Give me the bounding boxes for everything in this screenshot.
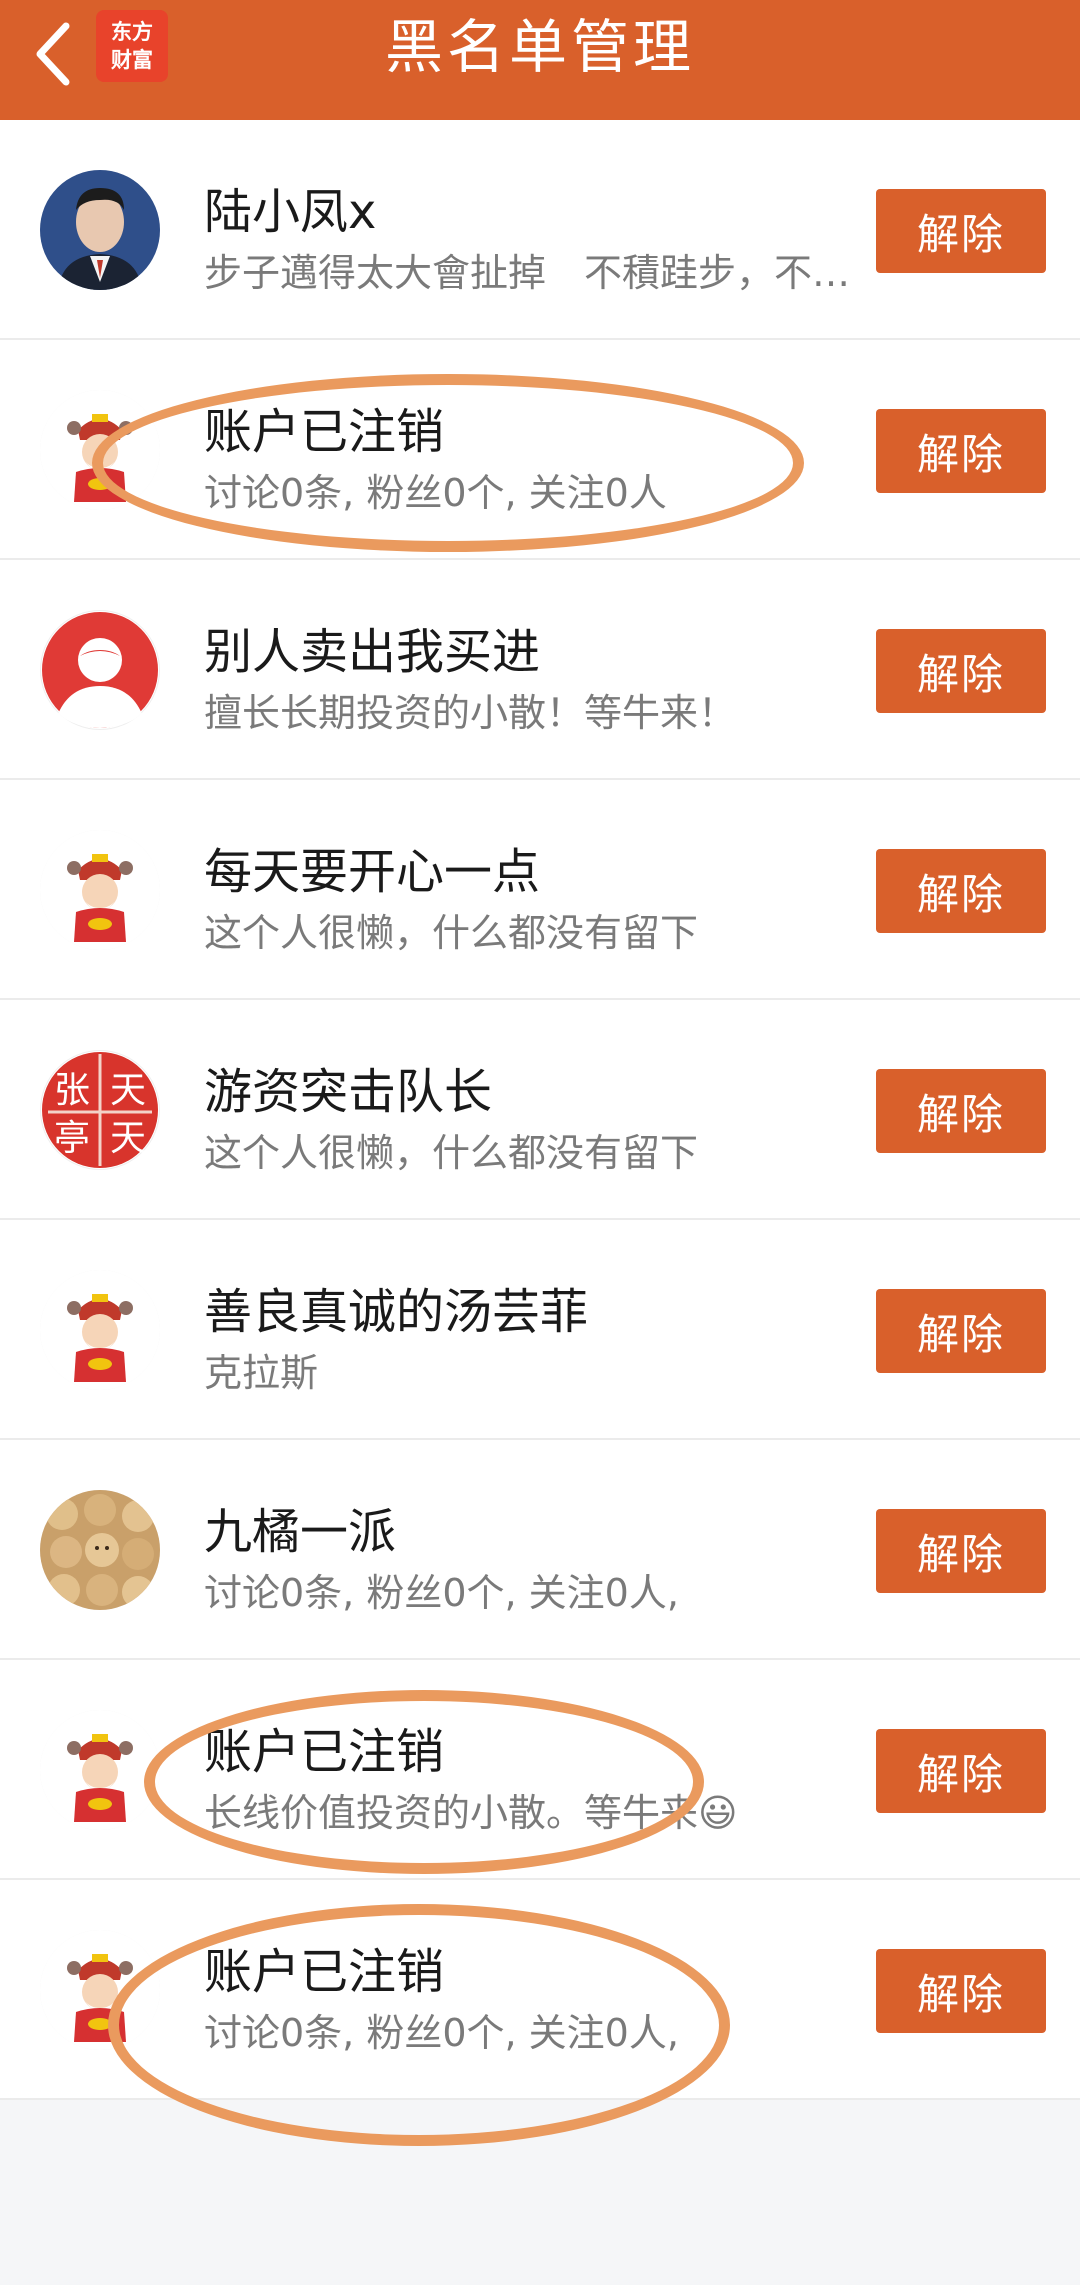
list-item: 账户已注销 长线价值投资的小散。等牛来😃 解除 (0, 1660, 1080, 1880)
user-description: 克拉斯 (204, 1351, 319, 1395)
user-description: 长线价值投资的小散。等牛来😃 (204, 1791, 738, 1835)
list-item: 账户已注销 讨论0条, 粉丝0个, 关注0人, 解除 (0, 1880, 1080, 2100)
god-of-wealth-icon (40, 1710, 160, 1830)
avatar[interactable] (40, 1930, 160, 2050)
calligraphy-avatar-icon: 张 天 亭 天 (42, 1052, 158, 1168)
user-description: 讨论0条, 粉丝0个, 关注0人, (204, 2011, 679, 2055)
avatar[interactable]: 张 天 亭 天 (40, 1050, 160, 1170)
remove-button[interactable]: 解除 (876, 1069, 1046, 1153)
avatar[interactable] (40, 610, 160, 730)
app-header: 东方 财富 黑名单管理 (0, 0, 1080, 120)
default-avatar-icon (42, 612, 158, 728)
user-name: 陆小凤x (204, 184, 377, 240)
user-description: 这个人很懒，什么都没有留下 (204, 1131, 699, 1175)
remove-button[interactable]: 解除 (876, 1729, 1046, 1813)
user-name: 九橘一派 (204, 1504, 397, 1560)
god-of-wealth-icon (40, 830, 160, 950)
remove-button[interactable]: 解除 (876, 1949, 1046, 2033)
user-name: 账户已注销 (204, 1724, 445, 1780)
remove-button[interactable]: 解除 (876, 1289, 1046, 1373)
blacklist: 陆小凤x 步子邁得太大會扯掉 不積跬步，不能走到千里 解除 账户已注销 讨论0条… (0, 120, 1080, 2100)
god-of-wealth-icon (40, 390, 160, 510)
remove-button[interactable]: 解除 (876, 409, 1046, 493)
alpaca-photo-icon (40, 1490, 160, 1610)
avatar[interactable] (40, 1710, 160, 1830)
avatar[interactable] (40, 390, 160, 510)
user-name: 账户已注销 (204, 1944, 445, 2000)
user-name: 别人卖出我买进 (204, 624, 541, 680)
calligraphy-char: 天 (110, 1070, 146, 1111)
user-description: 擅长长期投资的小散！等牛来！ (204, 691, 737, 735)
remove-button[interactable]: 解除 (876, 849, 1046, 933)
list-item: 账户已注销 讨论0条, 粉丝0个, 关注0人 解除 (0, 340, 1080, 560)
god-of-wealth-icon (40, 1930, 160, 2050)
list-item: 九橘一派 讨论0条, 粉丝0个, 关注0人, 解除 (0, 1440, 1080, 1660)
list-item: 张 天 亭 天 游资突击队长 这个人很懒，什么都没有留下 解除 (0, 1000, 1080, 1220)
calligraphy-char: 张 (54, 1070, 90, 1111)
list-item: 每天要开心一点 这个人很懒，什么都没有留下 解除 (0, 780, 1080, 1000)
avatar[interactable] (40, 170, 160, 290)
calligraphy-char: 天 (110, 1118, 146, 1159)
god-of-wealth-icon (40, 1270, 160, 1390)
page-title: 黑名单管理 (384, 13, 695, 81)
calligraphy-char: 亭 (54, 1118, 90, 1159)
user-name: 账户已注销 (204, 404, 445, 460)
avatar[interactable] (40, 830, 160, 950)
remove-button[interactable]: 解除 (876, 1509, 1046, 1593)
list-item: 善良真诚的汤芸菲 克拉斯 解除 (0, 1220, 1080, 1440)
avatar[interactable] (40, 1490, 160, 1610)
user-name: 每天要开心一点 (204, 844, 541, 900)
user-photo-icon (40, 170, 160, 290)
user-description: 讨论0条, 粉丝0个, 关注0人, (204, 1571, 679, 1615)
user-name: 善良真诚的汤芸菲 (204, 1284, 589, 1340)
user-description: 讨论0条, 粉丝0个, 关注0人 (204, 471, 667, 515)
avatar[interactable] (40, 1270, 160, 1390)
list-item: 陆小凤x 步子邁得太大會扯掉 不積跬步，不能走到千里 解除 (0, 120, 1080, 340)
remove-button[interactable]: 解除 (876, 629, 1046, 713)
user-name: 游资突击队长 (204, 1064, 493, 1120)
user-description: 步子邁得太大會扯掉 不積跬步，不能走到千里 (204, 251, 876, 295)
remove-button[interactable]: 解除 (876, 189, 1046, 273)
user-description: 这个人很懒，什么都没有留下 (204, 911, 699, 955)
list-item: 别人卖出我买进 擅长长期投资的小散！等牛来！ 解除 (0, 560, 1080, 780)
